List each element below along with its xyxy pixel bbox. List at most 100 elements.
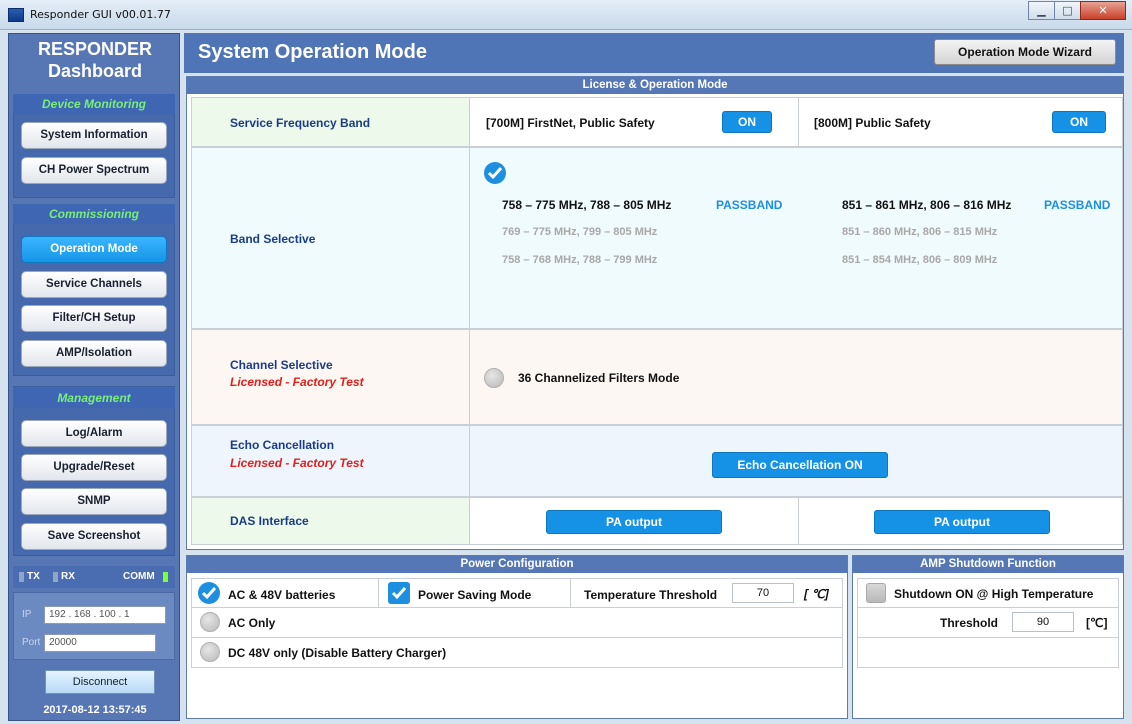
band-option-left-2[interactable]: 769 – 775 MHz, 799 – 805 MHz (502, 226, 657, 238)
das-right-pa-output-button[interactable]: PA output (874, 510, 1050, 534)
nav-service-channels[interactable]: Service Channels (21, 271, 167, 298)
echo-cancellation-button[interactable]: Echo Cancellation ON (712, 452, 888, 478)
dc-48v-label: DC 48V only (Disable Battery Charger) (228, 646, 447, 660)
band-800-label: [800M] Public Safety (814, 116, 931, 130)
echo-cancellation-label: Echo Cancellation (230, 438, 335, 452)
channel-selective-label-cell: Channel Selective Licensed - Factory Tes… (192, 330, 470, 424)
das-interface-label: DAS Interface (230, 514, 309, 528)
power-saving-label: Power Saving Mode (418, 588, 532, 602)
window-title: Responder GUI v00.01.77 (30, 8, 171, 21)
app-icon (8, 8, 24, 22)
rx-led-icon (53, 572, 58, 582)
amp-threshold-label: Threshold (940, 616, 999, 630)
section-management: Management (13, 388, 175, 408)
das-interface-row: DAS Interface PA output PA output (191, 497, 1123, 545)
das-interface-label-cell: DAS Interface (192, 498, 470, 544)
disconnect-button[interactable]: Disconnect (45, 670, 155, 694)
port-field[interactable]: 20000 (44, 634, 156, 652)
window-titlebar: Responder GUI v00.01.77 ▁ □ ✕ (0, 0, 1132, 30)
band-selective-row: Band Selective 758 – 775 MHz, 788 – 805 … (191, 147, 1123, 329)
nav-upgrade-reset[interactable]: Upgrade/Reset (21, 454, 167, 481)
dashboard-title: RESPONDER Dashboard (9, 38, 181, 82)
passband-right: PASSBAND (1044, 198, 1111, 212)
power-row-1: AC & 48V batteries Power Saving Mode Tem… (191, 578, 843, 608)
amp-row-3 (857, 638, 1119, 668)
shutdown-high-temp-check[interactable] (866, 583, 886, 603)
band-selective-check[interactable] (484, 162, 506, 184)
section-device-monitoring: Device Monitoring (13, 94, 175, 114)
ac-48v-check[interactable] (198, 582, 220, 604)
channelized-filters-label: 36 Channelized Filters Mode (518, 371, 680, 385)
nav-ch-power-spectrum[interactable]: CH Power Spectrum (21, 157, 167, 184)
nav-system-information[interactable]: System Information (21, 122, 167, 149)
echo-cancellation-label-cell: Echo Cancellation Licensed - Factory Tes… (192, 426, 470, 496)
dc-48v-radio[interactable] (200, 642, 220, 662)
window-controls: ▁ □ ✕ (1028, 1, 1126, 21)
power-row-divider-1 (378, 579, 379, 607)
minimize-icon: ▁ (1037, 4, 1046, 17)
band-option-right-3[interactable]: 851 – 854 MHz, 806 – 809 MHz (842, 254, 997, 266)
service-frequency-band-label-cell: Service Frequency Band (192, 98, 470, 146)
band-option-left-1[interactable]: 758 – 775 MHz, 788 – 805 MHz (502, 198, 671, 212)
current-datetime: 2017-08-12 13:57:45 (43, 704, 147, 716)
amp-row-2: Threshold 90 [℃] (857, 608, 1119, 638)
band-option-left-3[interactable]: 758 – 768 MHz, 788 – 799 MHz (502, 254, 657, 266)
service-frequency-band-label: Service Frequency Band (230, 116, 371, 130)
ip-address-field[interactable]: 192 . 168 . 100 . 1 (44, 606, 166, 624)
passband-left: PASSBAND (716, 198, 783, 212)
power-configuration-panel: Power Configuration AC & 48V batteries P… (186, 555, 848, 719)
amp-threshold-input[interactable]: 90 (1012, 612, 1074, 632)
band-700-label: [700M] FirstNet, Public Safety (486, 116, 655, 130)
checkmark-icon (487, 167, 503, 180)
ip-label: IP (22, 609, 32, 620)
power-row-3: DC 48V only (Disable Battery Charger) (191, 638, 843, 668)
nav-operation-mode[interactable]: Operation Mode (21, 236, 167, 263)
power-panel-heading: Power Configuration (187, 556, 847, 573)
band-selective-label: Band Selective (230, 232, 316, 246)
das-left-pa-output-button[interactable]: PA output (546, 510, 722, 534)
band-option-right-2[interactable]: 851 – 860 MHz, 806 – 815 MHz (842, 226, 997, 238)
checkmark-icon (201, 587, 217, 600)
comm-led-icon (163, 572, 168, 582)
power-row-divider-2 (570, 579, 571, 607)
nav-snmp[interactable]: SNMP (21, 488, 167, 515)
channelized-filters-radio[interactable] (484, 368, 504, 388)
band-800-toggle[interactable]: ON (1052, 111, 1106, 133)
maximize-button[interactable]: □ (1054, 1, 1081, 20)
nav-filter-ch-setup[interactable]: Filter/CH Setup (21, 305, 167, 332)
nav-log-alarm[interactable]: Log/Alarm (21, 420, 167, 447)
tx-label: TX (27, 571, 40, 582)
minimize-button[interactable]: ▁ (1028, 1, 1055, 20)
rx-label: RX (61, 571, 75, 582)
license-panel-heading: License & Operation Mode (187, 77, 1123, 94)
nav-save-screenshot[interactable]: Save Screenshot (21, 523, 167, 550)
main-header: System Operation Mode Operation Mode Wiz… (184, 33, 1124, 73)
close-icon: ✕ (1098, 4, 1108, 17)
band-700-toggle[interactable]: ON (722, 111, 772, 133)
close-button[interactable]: ✕ (1080, 1, 1126, 20)
dashboard-title-line1: RESPONDER (37, 39, 153, 59)
maximize-icon: □ (1062, 4, 1073, 17)
sidebar: RESPONDER Dashboard Device Monitoring Sy… (8, 33, 180, 721)
connection-status-row: TX RX COMM (13, 566, 175, 588)
section-commissioning: Commissioning (13, 204, 175, 224)
temperature-threshold-label: Temperature Threshold (584, 588, 718, 602)
power-saving-check[interactable] (388, 582, 410, 604)
amp-panel-heading: AMP Shutdown Function (853, 556, 1123, 573)
ac-only-radio[interactable] (200, 612, 220, 632)
band-option-right-1[interactable]: 851 – 861 MHz, 806 – 816 MHz (842, 198, 1011, 212)
dashboard-title-line2: Dashboard (47, 61, 143, 81)
channel-selective-label: Channel Selective (230, 358, 333, 372)
ac-48v-label: AC & 48V batteries (228, 588, 336, 602)
band-divider (798, 98, 799, 146)
amp-threshold-unit: [℃] (1086, 616, 1108, 630)
amp-shutdown-panel: AMP Shutdown Function Shutdown ON @ High… (852, 555, 1124, 719)
tx-led-icon (19, 572, 24, 582)
nav-amp-isolation[interactable]: AMP/Isolation (21, 340, 167, 367)
band-selective-label-cell: Band Selective (192, 148, 470, 328)
operation-mode-wizard-button[interactable]: Operation Mode Wizard (934, 39, 1116, 65)
temperature-threshold-input[interactable]: 70 (732, 583, 794, 603)
temperature-unit: [ ℃] (804, 587, 829, 601)
echo-cancellation-license-note: Licensed - Factory Test (230, 456, 364, 470)
comm-label: COMM (123, 571, 155, 582)
